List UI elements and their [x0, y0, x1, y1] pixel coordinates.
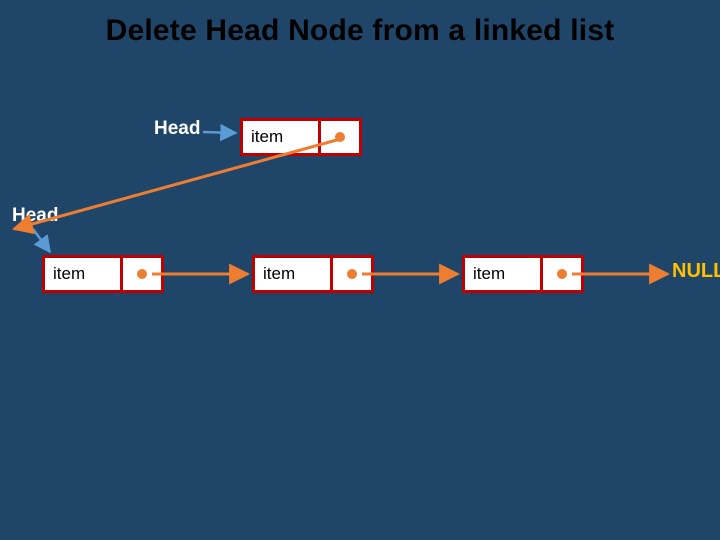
node-1-item: item [255, 258, 333, 290]
node-top-item: item [243, 121, 321, 153]
node-0: item [42, 255, 164, 293]
arrow-head-top [203, 132, 236, 133]
node-2-item: item [465, 258, 543, 290]
ptr-dot-icon [557, 269, 567, 279]
node-top: item [240, 118, 362, 156]
head-label-left: Head [12, 205, 58, 227]
node-2-ptr [543, 258, 581, 290]
ptr-dot-icon [335, 132, 345, 142]
ptr-dot-icon [347, 269, 357, 279]
node-2: item [462, 255, 584, 293]
slide-title: Delete Head Node from a linked list [0, 14, 720, 48]
head-label-top: Head [154, 118, 200, 140]
node-1: item [252, 255, 374, 293]
null-label: NULL [672, 260, 720, 283]
ptr-dot-icon [137, 269, 147, 279]
node-top-ptr [321, 121, 359, 153]
node-1-ptr [333, 258, 371, 290]
node-0-item: item [45, 258, 123, 290]
node-0-ptr [123, 258, 161, 290]
arrow-head-left [33, 229, 50, 252]
